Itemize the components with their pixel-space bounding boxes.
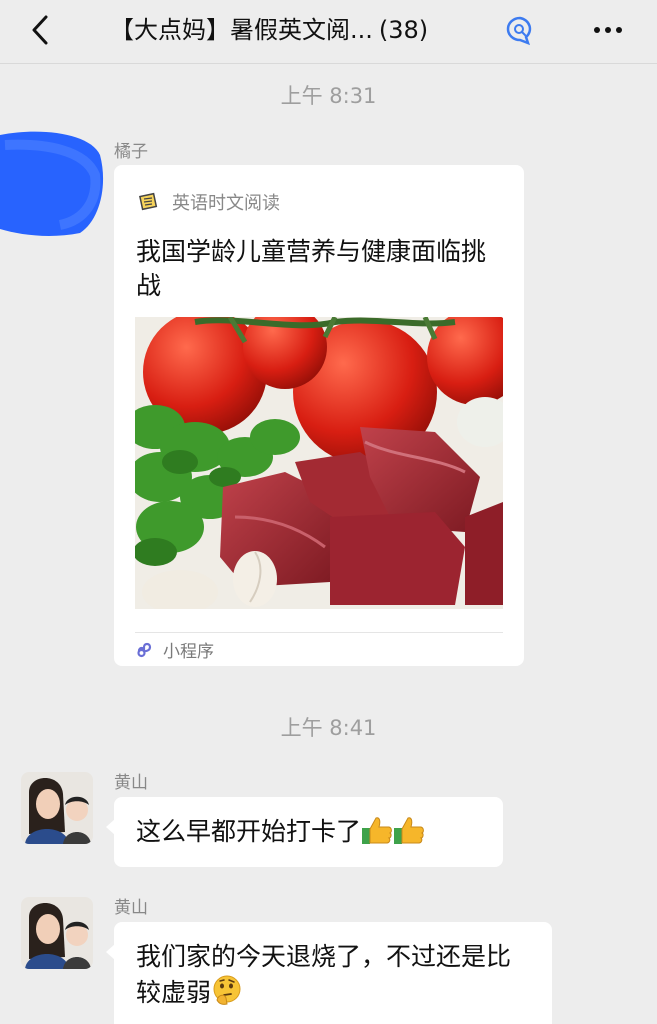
message-text: 这么早都开始打卡了 [136, 817, 362, 846]
redacted-avatar [0, 131, 104, 236]
sender-name: 黄山 [114, 773, 148, 793]
card-footer: 小程序 [135, 638, 214, 662]
avatar[interactable] [21, 772, 93, 844]
chat-search-icon[interactable] [504, 14, 536, 46]
chevron-left-icon [32, 15, 48, 45]
message-text: 我们家的今天退烧了，不过还是比较虚弱 [136, 942, 512, 1007]
card-source: 英语时文阅读 [138, 189, 280, 215]
card-title: 我国学龄儿童营养与健康面临挑战 [136, 237, 487, 300]
thinking-face-emoji [213, 975, 241, 1005]
avatar[interactable] [21, 897, 93, 969]
chat-title: 【大点妈】暑假英文阅... (38) [110, 12, 510, 48]
mini-program-card[interactable]: 英语时文阅读 我国学龄儿童营养与健康面临挑战 小程序 [114, 165, 524, 666]
message-bubble[interactable]: 我们家的今天退烧了，不过还是比较虚弱 [106, 922, 552, 1024]
card-divider [135, 632, 503, 633]
message-bubble[interactable]: 这么早都开始打卡了 [106, 797, 503, 867]
more-dots-icon [594, 27, 622, 33]
message-timestamp: 上午 8:41 [280, 716, 377, 740]
more-button[interactable] [585, 12, 633, 48]
sender-name: 橘子 [114, 142, 148, 162]
card-footer-label: 小程序 [163, 641, 214, 662]
back-button[interactable] [22, 12, 62, 48]
card-source-label: 英语时文阅读 [172, 193, 280, 214]
sender-name: 黄山 [114, 898, 148, 918]
chat-header: 【大点妈】暑假英文阅... (38) [0, 0, 657, 64]
newspaper-icon [139, 192, 158, 211]
card-image [135, 317, 503, 609]
thumbs-up-emoji [362, 817, 392, 844]
member-count: (38) [378, 16, 429, 44]
group-name: 【大点妈】暑假英文阅... [110, 16, 373, 44]
thumbs-up-emoji [394, 817, 424, 844]
mini-program-icon [137, 642, 152, 658]
message-timestamp: 上午 8:31 [280, 84, 377, 108]
